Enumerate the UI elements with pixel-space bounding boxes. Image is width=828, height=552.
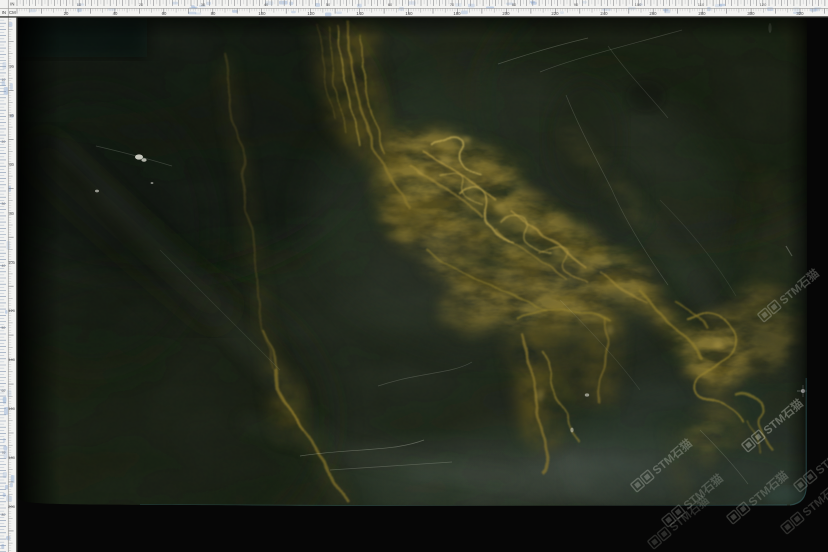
svg-text:180: 180 [453, 11, 461, 16]
svg-text:30: 30 [2, 202, 6, 206]
svg-text:100: 100 [635, 2, 642, 7]
svg-text:70: 70 [450, 2, 455, 7]
svg-text:30: 30 [201, 2, 206, 7]
svg-text:10: 10 [77, 2, 82, 7]
svg-text:20: 20 [64, 11, 69, 16]
svg-text:20: 20 [9, 64, 14, 69]
svg-text:80: 80 [9, 211, 14, 216]
svg-text:80: 80 [211, 11, 216, 16]
svg-text:100: 100 [8, 260, 15, 265]
svg-text:20: 20 [139, 2, 144, 7]
svg-text:90: 90 [574, 2, 579, 7]
svg-text:80: 80 [2, 513, 6, 517]
svg-text:60: 60 [2, 389, 6, 393]
svg-text:160: 160 [405, 11, 413, 16]
svg-text:CM: CM [9, 10, 16, 15]
svg-text:120: 120 [307, 11, 315, 16]
svg-text:80: 80 [512, 2, 517, 7]
svg-text:120: 120 [8, 308, 15, 313]
svg-text:40: 40 [264, 2, 269, 7]
svg-text:140: 140 [356, 11, 364, 16]
svg-text:260: 260 [649, 11, 657, 16]
svg-text:220: 220 [551, 11, 559, 16]
svg-text:240: 240 [600, 11, 608, 16]
svg-text:40: 40 [9, 113, 14, 118]
svg-text:50: 50 [326, 2, 331, 7]
svg-text:120: 120 [760, 2, 767, 7]
svg-text:60: 60 [388, 2, 393, 7]
svg-text:60: 60 [9, 162, 14, 167]
svg-text:20: 20 [2, 140, 6, 144]
svg-text:70: 70 [2, 451, 6, 455]
svg-text:IN: IN [2, 10, 6, 15]
svg-text:40: 40 [113, 11, 118, 16]
svg-text:60: 60 [162, 11, 167, 16]
svg-text:50: 50 [2, 326, 6, 330]
svg-text:40: 40 [2, 264, 6, 268]
svg-text:110: 110 [698, 2, 705, 7]
svg-text:200: 200 [8, 504, 15, 509]
svg-text:IN: IN [10, 2, 14, 7]
svg-text:300: 300 [747, 11, 755, 16]
svg-text:200: 200 [502, 11, 510, 16]
svg-text:10: 10 [2, 78, 6, 82]
svg-text:180: 180 [8, 455, 15, 460]
svg-text:280: 280 [698, 11, 706, 16]
svg-text:320: 320 [796, 11, 804, 16]
svg-text:160: 160 [8, 406, 15, 411]
svg-text:100: 100 [258, 11, 266, 16]
svg-text:140: 140 [8, 357, 15, 362]
